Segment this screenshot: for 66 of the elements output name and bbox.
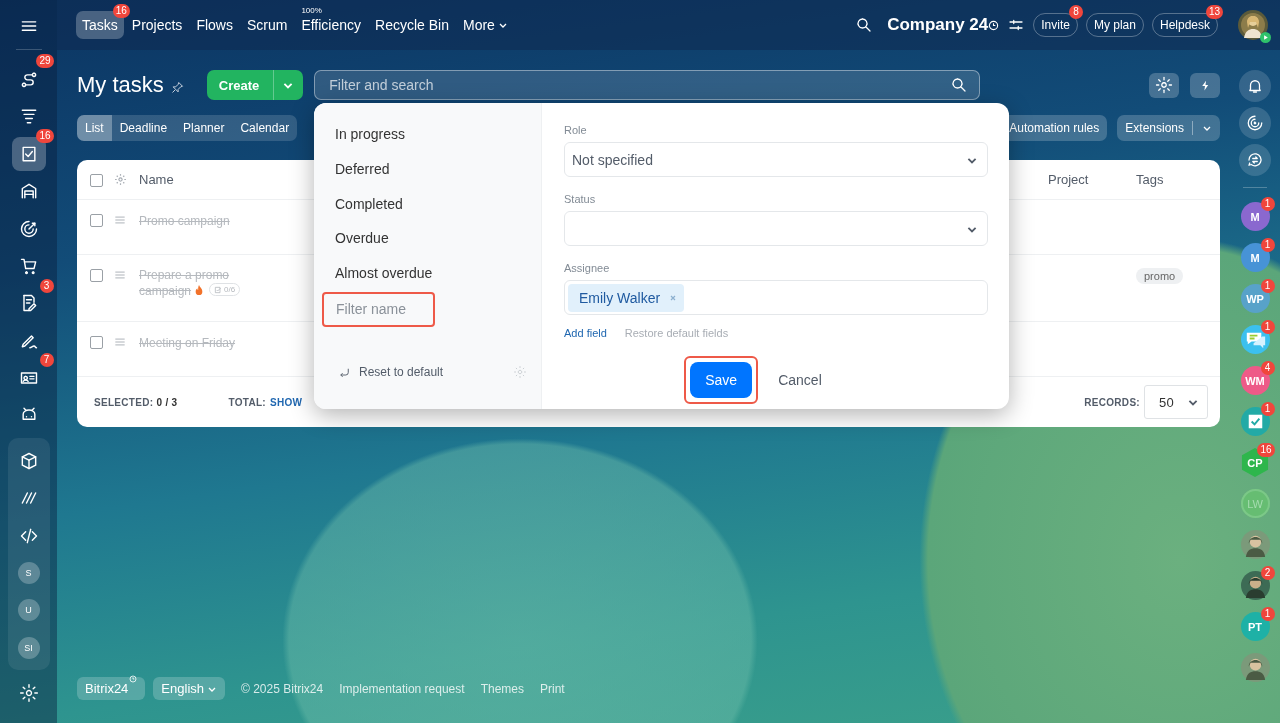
records-label: RECORDS: — [1084, 396, 1140, 408]
checkbox[interactable] — [90, 173, 103, 187]
view-tab[interactable]: Planner — [175, 115, 233, 141]
select-field[interactable]: Not specified — [564, 142, 988, 177]
settings-icon — [1155, 76, 1173, 94]
selected-count: SELECTED: 0 / 3 — [94, 396, 178, 408]
filter-preset[interactable]: In progress — [322, 117, 527, 151]
clock-icon — [988, 20, 1000, 31]
field-label: Assignee — [564, 262, 611, 274]
sidebar-button[interactable] — [1239, 107, 1271, 139]
nav-tab[interactable]: Recycle Bin — [369, 11, 455, 39]
drag-handle-icon[interactable] — [113, 213, 127, 227]
filter-preset[interactable]: Completed — [322, 186, 527, 221]
save-button[interactable]: Save — [690, 362, 753, 398]
count-badge: 29 — [36, 54, 54, 69]
checkbox[interactable] — [90, 336, 103, 349]
avatar-button[interactable]: SI — [11, 630, 46, 665]
settings-icon — [18, 683, 39, 703]
select-field[interactable] — [564, 211, 988, 246]
tag[interactable]: promo — [1136, 268, 1184, 284]
toolbar-button[interactable]: Extensions — [1117, 115, 1220, 141]
filter-preset[interactable]: Overdue — [322, 221, 527, 256]
view-tab[interactable]: Calendar — [232, 115, 298, 141]
add-field-link[interactable]: Add field — [564, 327, 607, 339]
efficiency-value: 100% — [301, 6, 322, 15]
copyright-text: © 2025 Bitrix24 — [241, 681, 324, 696]
reset-button[interactable]: Reset to default — [337, 364, 444, 380]
field-label: Role — [564, 124, 588, 136]
filter-preset[interactable]: Almost overdue — [322, 256, 527, 291]
column-header[interactable]: Project — [1048, 172, 1136, 187]
filter-preset[interactable]: Deferred — [322, 151, 527, 186]
column-header[interactable]: Tags — [1136, 172, 1220, 187]
sidebar-button[interactable] — [1239, 70, 1271, 102]
assignee-tag[interactable]: Emily Walker — [568, 283, 685, 312]
lightning-button[interactable] — [1190, 72, 1220, 98]
show-link[interactable]: SHOW — [269, 396, 303, 408]
bell-icon — [1246, 77, 1264, 95]
count-badge: 16 — [36, 129, 54, 144]
checkbox[interactable] — [90, 269, 103, 282]
clock-icon — [129, 675, 138, 683]
company-name[interactable]: Company 24 — [887, 15, 989, 35]
target-icon — [18, 218, 39, 239]
sidebar-button[interactable] — [1239, 144, 1271, 176]
avatar-button[interactable]: U — [11, 593, 46, 628]
field-label: Status — [564, 193, 597, 205]
avatar-button[interactable]: S — [11, 555, 46, 590]
filter-name-field[interactable]: Filter name — [322, 292, 435, 327]
drag-handle-icon[interactable] — [113, 335, 127, 349]
pin-icon[interactable] — [169, 79, 185, 95]
assignee-field[interactable]: Emily Walker — [564, 280, 988, 315]
nav-tab[interactable]: More — [457, 11, 514, 39]
records-select[interactable]: 50 — [1144, 385, 1208, 419]
settings-button[interactable] — [1149, 72, 1179, 98]
nav-tab[interactable]: Flows — [190, 11, 239, 39]
play-icon — [1260, 32, 1271, 43]
spiral-icon — [1246, 114, 1264, 132]
view-tab[interactable]: List — [77, 115, 112, 141]
count-badge: 16 — [1257, 443, 1275, 457]
total-label: TOTAL: — [228, 396, 266, 408]
cancel-button[interactable]: Cancel — [772, 371, 828, 389]
view-tab[interactable]: Deadline — [111, 115, 176, 141]
nav-tab[interactable]: Scrum — [240, 11, 294, 39]
checkbox[interactable] — [90, 214, 103, 227]
page-title: My tasks — [77, 72, 164, 98]
drag-handle-icon[interactable] — [113, 268, 127, 282]
chat-arrows-icon — [1246, 151, 1264, 169]
